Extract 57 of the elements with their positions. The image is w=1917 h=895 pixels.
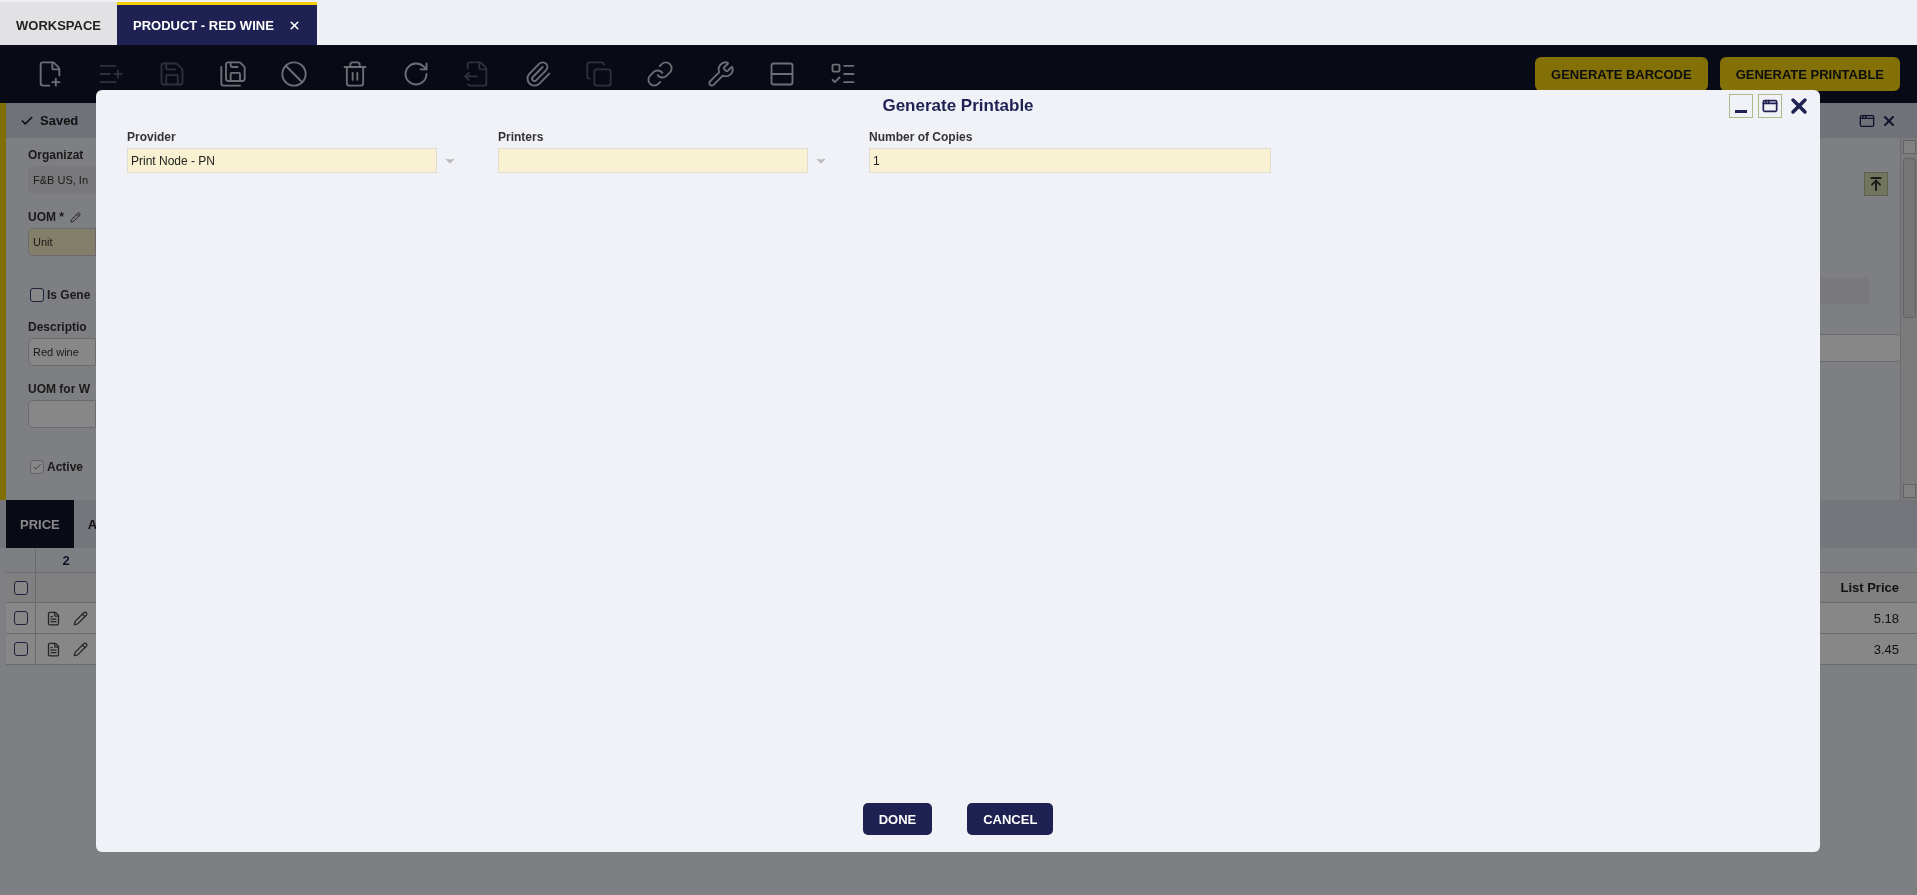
field-label: UOM for W xyxy=(28,382,90,396)
dialog-button[interactable]: DONE xyxy=(862,803,933,835)
field-label: Number of Copies xyxy=(869,130,974,144)
field-label: Organizat xyxy=(28,148,84,162)
checkbox[interactable] xyxy=(13,611,28,625)
minimize-button[interactable] xyxy=(1729,94,1753,118)
text-field[interactable] xyxy=(28,400,96,428)
save-all-icon[interactable] xyxy=(219,60,247,88)
document-icon[interactable] xyxy=(46,610,61,626)
status-text: Saved xyxy=(20,113,79,128)
dropdown-field[interactable]: Print Node - PN xyxy=(127,148,437,173)
checkbox[interactable] xyxy=(30,460,44,474)
table-cell-text: 3.45 xyxy=(1873,641,1900,657)
upload-icon xyxy=(1868,176,1884,192)
column-header[interactable]: List Price xyxy=(1840,580,1917,595)
field-label: Printers xyxy=(498,130,545,144)
checkbox-label: Is Gene xyxy=(47,288,91,302)
maximize-button[interactable] xyxy=(1758,94,1782,118)
table-cell-text: 5.18 xyxy=(1873,610,1900,626)
link-icon[interactable] xyxy=(646,60,674,88)
action-button[interactable]: GENERATE BARCODE xyxy=(1535,57,1708,91)
check-icon xyxy=(32,462,42,472)
close-icon[interactable] xyxy=(287,18,301,32)
input-field[interactable]: 1 xyxy=(869,148,1271,173)
pencil-icon[interactable] xyxy=(73,610,88,626)
checkbox-label: Active xyxy=(47,460,84,474)
text-field[interactable]: Unit xyxy=(28,228,96,256)
pencil-icon[interactable] xyxy=(70,211,81,223)
refresh-icon[interactable] xyxy=(402,60,430,88)
ban-icon[interactable] xyxy=(280,60,308,88)
minimize-icon xyxy=(1735,109,1747,113)
wrench-icon[interactable] xyxy=(707,60,735,88)
text-field[interactable]: Red wine xyxy=(28,338,96,366)
text-field[interactable]: F&B US, In xyxy=(28,166,96,194)
dropdown-field[interactable] xyxy=(498,148,808,173)
maximize-icon xyxy=(1762,98,1778,114)
tab[interactable]: WORKSPACE xyxy=(0,2,117,45)
document-icon[interactable] xyxy=(46,641,61,657)
checkbox[interactable] xyxy=(13,642,28,656)
paperclip-icon[interactable] xyxy=(524,60,552,88)
action-button[interactable]: GENERATE PRINTABLE xyxy=(1719,57,1900,91)
dialog-button[interactable]: CANCEL xyxy=(967,803,1054,835)
checkbox[interactable] xyxy=(30,288,44,302)
trash-icon[interactable] xyxy=(341,60,369,88)
row-count: 2 xyxy=(61,552,71,568)
pencil-icon[interactable] xyxy=(73,641,88,657)
field-label: Provider xyxy=(127,130,177,144)
upload-button[interactable] xyxy=(1864,172,1888,196)
field-label: UOM * xyxy=(28,210,64,224)
field-label: Descriptio xyxy=(28,320,87,334)
tab[interactable]: PRICE xyxy=(6,500,74,548)
tab[interactable]: PRODUCT - RED WINE xyxy=(117,2,317,45)
checkbox[interactable] xyxy=(13,580,28,595)
dialog-title: Generate Printable xyxy=(882,96,1034,116)
scrollbar[interactable] xyxy=(1900,138,1917,500)
rows-icon[interactable] xyxy=(768,60,796,88)
maximize-icon[interactable] xyxy=(1859,112,1875,129)
